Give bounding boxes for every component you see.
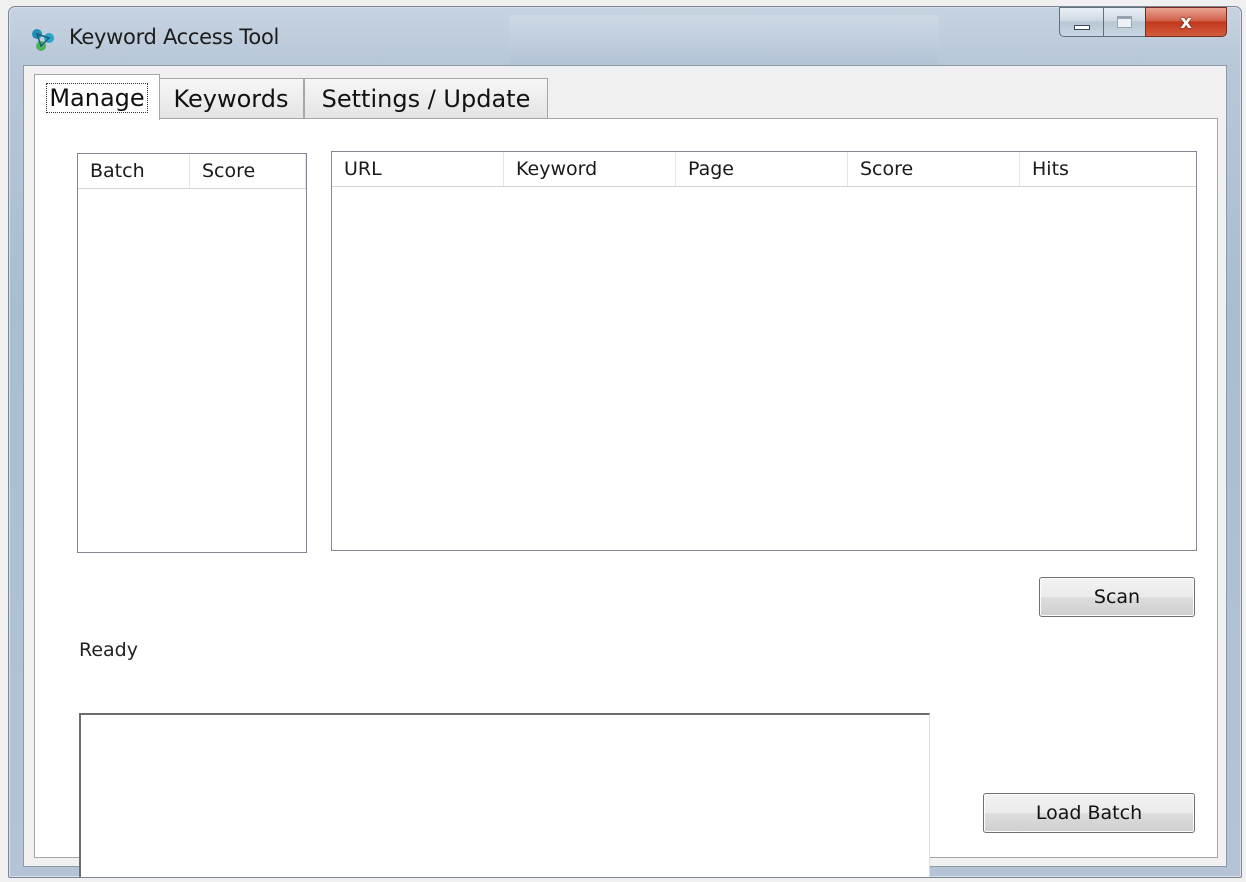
- log-output-box[interactable]: [79, 713, 930, 877]
- status-label: Ready: [79, 639, 138, 661]
- tab-settings-update[interactable]: Settings / Update: [304, 78, 548, 118]
- maximize-button[interactable]: [1103, 7, 1145, 37]
- minimize-icon: [1073, 24, 1090, 30]
- close-icon: x: [1180, 11, 1192, 33]
- manage-tab-page: Batch Score URL Keyword Page Score Hits …: [34, 118, 1218, 877]
- batch-list-header: Batch Score: [78, 154, 306, 189]
- tab-keywords[interactable]: Keywords: [158, 78, 304, 118]
- window-client-area: Manage Keywords Settings / Update Batch …: [23, 65, 1227, 877]
- column-header-hits[interactable]: Hits: [1020, 152, 1196, 186]
- keyword-tool-icon: [32, 29, 54, 51]
- tab-settings-update-label: Settings / Update: [321, 84, 531, 113]
- batch-list[interactable]: Batch Score: [77, 153, 307, 553]
- scan-button[interactable]: Scan: [1039, 577, 1195, 617]
- close-button[interactable]: x: [1145, 7, 1227, 37]
- load-batch-button[interactable]: Load Batch: [983, 793, 1195, 833]
- column-header-url[interactable]: URL: [332, 152, 504, 186]
- background-window-title: [509, 15, 939, 67]
- app-window: Keyword Access Tool x Manage Keywords Se…: [8, 6, 1242, 878]
- caption-buttons: x: [1059, 7, 1227, 39]
- results-list-header: URL Keyword Page Score Hits: [332, 152, 1196, 187]
- tab-keywords-label: Keywords: [173, 84, 289, 113]
- column-header-score[interactable]: Score: [848, 152, 1020, 186]
- column-header-score[interactable]: Score: [190, 154, 306, 188]
- tab-manage[interactable]: Manage: [34, 74, 160, 120]
- column-header-batch[interactable]: Batch: [78, 154, 190, 188]
- minimize-button[interactable]: [1059, 7, 1103, 37]
- tab-manage-label: Manage: [46, 82, 148, 113]
- column-header-page[interactable]: Page: [676, 152, 848, 186]
- results-list[interactable]: URL Keyword Page Score Hits: [331, 151, 1197, 551]
- column-header-keyword[interactable]: Keyword: [504, 152, 676, 186]
- maximize-icon: [1117, 16, 1132, 28]
- window-title: Keyword Access Tool: [69, 25, 280, 49]
